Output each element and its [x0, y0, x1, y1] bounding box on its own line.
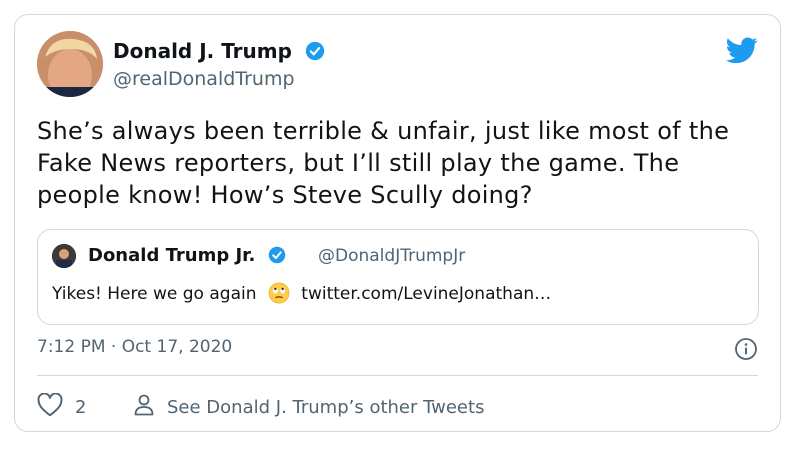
tweet-text: She’s always been terrible & unfair, jus…: [37, 117, 730, 209]
other-tweets-link[interactable]: See Donald J. Trump’s other Tweets: [133, 393, 484, 422]
verified-badge-icon: [268, 246, 286, 269]
tweet-card: Donald J. Trump @realDonaldTrump She’s a…: [14, 14, 781, 432]
quoted-author-name: Donald Trump Jr.: [88, 245, 286, 269]
quoted-tweet-text: Yikes! Here we go again twitter.com/Levi…: [52, 282, 551, 309]
author-name[interactable]: Donald J. Trump: [113, 39, 325, 66]
twitter-bird-icon[interactable]: [726, 37, 758, 68]
quoted-author-avatar: [52, 244, 76, 268]
face-with-rolling-eyes-icon: [268, 282, 290, 309]
quoted-tweet[interactable]: Donald Trump Jr. @DonaldJTrumpJr Yikes! …: [37, 229, 759, 325]
verified-badge-icon: [305, 41, 325, 66]
author-avatar[interactable]: [37, 31, 103, 97]
quoted-tweet-link[interactable]: twitter.com/LevineJonathan…: [301, 284, 551, 304]
author-handle[interactable]: @realDonaldTrump: [113, 68, 295, 90]
other-tweets-label: See Donald J. Trump’s other Tweets: [167, 397, 485, 418]
quoted-author-handle: @DonaldJTrumpJr: [318, 246, 466, 266]
like-count: 2: [75, 397, 87, 418]
divider: [37, 375, 758, 376]
info-icon[interactable]: [734, 337, 758, 365]
avatar-image: [37, 31, 103, 97]
heart-icon: [37, 392, 63, 422]
tweet-timestamp[interactable]: 7:12 PM · Oct 17, 2020: [37, 337, 232, 357]
like-button[interactable]: 2: [37, 392, 87, 422]
person-icon: [133, 393, 155, 422]
